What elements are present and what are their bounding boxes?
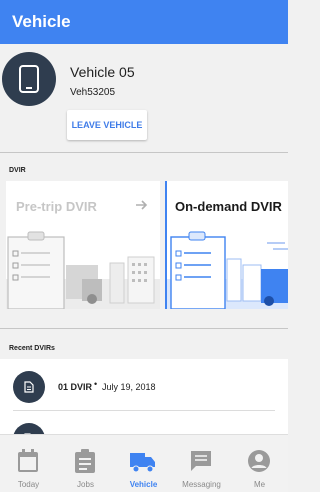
- clipboard-icon: [75, 449, 95, 473]
- dvir-date: July 19, 2018: [102, 382, 156, 392]
- vehicle-summary: Vehicle 05 Veh53205 LEAVE VEHICLE: [0, 44, 288, 154]
- dvir-avatar: [13, 423, 45, 434]
- clipboard-truck-illustration: [6, 231, 160, 309]
- nav-jobs-label: Jobs: [77, 480, 94, 489]
- app-bar: Vehicle: [0, 0, 288, 44]
- bottom-navigation: Today Jobs Vehicle Messaging Me: [0, 434, 288, 492]
- dvir-section-label: DVIR: [9, 167, 26, 174]
- nav-vehicle[interactable]: Vehicle: [115, 435, 172, 492]
- nav-messaging-label: Messaging: [182, 480, 221, 489]
- list-item[interactable]: 01 DVIR • July 19, 2018: [0, 359, 288, 411]
- list-item[interactable]: [0, 411, 288, 434]
- arrow-right-icon: [135, 199, 148, 214]
- pre-trip-dvir-card[interactable]: Pre-trip DVIR: [6, 181, 160, 309]
- nav-jobs[interactable]: Jobs: [57, 435, 114, 492]
- leave-vehicle-button[interactable]: LEAVE VEHICLE: [67, 110, 147, 140]
- nav-today[interactable]: Today: [0, 435, 57, 492]
- nav-me[interactable]: Me: [231, 435, 288, 492]
- recent-dvirs-label: Recent DVIRs: [9, 345, 55, 352]
- message-icon: [191, 451, 211, 471]
- phone-icon: [19, 65, 39, 93]
- on-demand-dvir-card[interactable]: On-demand DVIR: [165, 181, 288, 309]
- account-icon: [248, 450, 270, 472]
- nav-today-label: Today: [17, 480, 40, 489]
- pre-trip-dvir-title: Pre-trip DVIR: [16, 199, 97, 214]
- clipboard-truck-illustration: [167, 231, 288, 309]
- vehicle-avatar: [2, 52, 56, 106]
- recent-dvirs-list: 01 DVIR • July 19, 2018: [0, 359, 288, 434]
- calendar-icon: [18, 449, 38, 472]
- truck-icon: [130, 453, 155, 473]
- dvir-section: DVIR Pre-trip DVIR On-demand DVIR: [0, 153, 288, 328]
- page-title: Vehicle: [12, 12, 71, 31]
- vehicle-name: Vehicle 05: [70, 64, 135, 80]
- nav-vehicle-label: Vehicle: [129, 480, 158, 489]
- recent-dvirs-header: Recent DVIRs: [0, 329, 288, 359]
- on-demand-dvir-title: On-demand DVIR: [175, 199, 282, 214]
- dvir-avatar: [13, 371, 45, 403]
- scrollbar[interactable]: [284, 44, 288, 434]
- nav-me-label: Me: [253, 480, 266, 489]
- document-icon: [24, 381, 34, 393]
- dvir-name: 01 DVIR: [58, 382, 93, 392]
- nav-messaging[interactable]: Messaging: [173, 435, 230, 492]
- separator-dot: •: [94, 379, 98, 389]
- vehicle-id: Veh53205: [70, 87, 116, 98]
